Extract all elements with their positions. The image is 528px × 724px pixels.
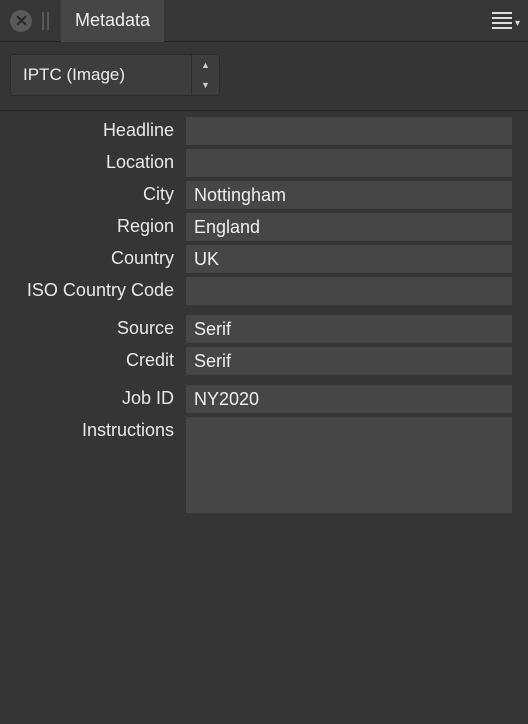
row-jobid: Job ID <box>8 385 512 413</box>
schema-selector-row: IPTC (Image) ▲▼ <box>0 42 528 111</box>
schema-dropdown-value: IPTC (Image) <box>23 65 125 85</box>
input-instructions[interactable] <box>186 417 512 513</box>
input-region[interactable] <box>186 213 512 241</box>
row-iso: ISO Country Code <box>8 277 512 305</box>
label-iso: ISO Country Code <box>8 277 186 301</box>
row-country: Country <box>8 245 512 273</box>
input-credit[interactable] <box>186 347 512 375</box>
panel-header: Metadata ▾ <box>0 0 528 42</box>
row-headline: Headline <box>8 117 512 145</box>
input-iso[interactable] <box>186 277 512 305</box>
row-source: Source <box>8 315 512 343</box>
label-location: Location <box>8 149 186 173</box>
label-country: Country <box>8 245 186 269</box>
tab-label: Metadata <box>75 10 150 31</box>
panel-menu-button[interactable]: ▾ <box>492 12 520 29</box>
input-country[interactable] <box>186 245 512 273</box>
close-button[interactable] <box>10 10 32 32</box>
label-region: Region <box>8 213 186 237</box>
row-location: Location <box>8 149 512 177</box>
row-region: Region <box>8 213 512 241</box>
input-headline[interactable] <box>186 117 512 145</box>
input-jobid[interactable] <box>186 385 512 413</box>
chevron-down-icon: ▾ <box>515 19 520 29</box>
tab-metadata[interactable]: Metadata <box>61 0 164 42</box>
input-source[interactable] <box>186 315 512 343</box>
label-instructions: Instructions <box>8 417 186 441</box>
label-source: Source <box>8 315 186 339</box>
dropdown-stepper-icon: ▲▼ <box>191 55 219 95</box>
drag-handle-icon[interactable] <box>42 12 49 30</box>
close-icon <box>16 15 27 26</box>
label-headline: Headline <box>8 117 186 141</box>
input-city[interactable] <box>186 181 512 209</box>
input-location[interactable] <box>186 149 512 177</box>
label-jobid: Job ID <box>8 385 186 409</box>
menu-icon <box>492 12 512 29</box>
label-credit: Credit <box>8 347 186 371</box>
row-instructions: Instructions <box>8 417 512 518</box>
schema-dropdown[interactable]: IPTC (Image) ▲▼ <box>10 54 220 96</box>
label-city: City <box>8 181 186 205</box>
metadata-form: Headline Location City Region Country IS… <box>0 111 528 518</box>
row-credit: Credit <box>8 347 512 375</box>
row-city: City <box>8 181 512 209</box>
